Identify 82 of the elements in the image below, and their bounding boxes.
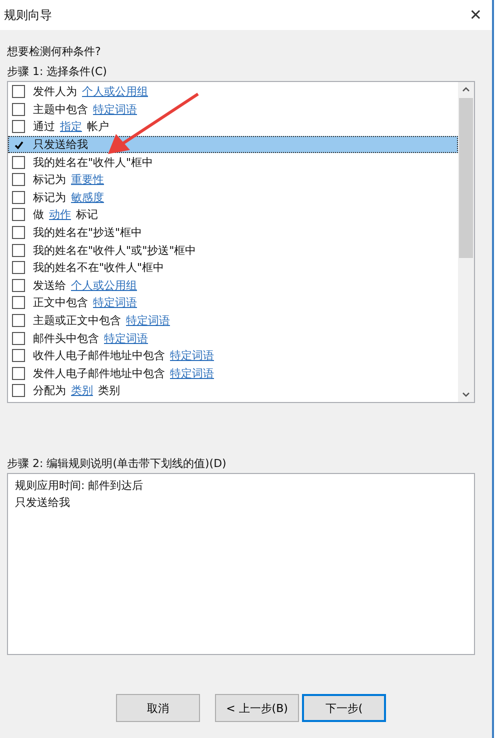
checkbox[interactable]: [12, 244, 25, 257]
checkbox[interactable]: [12, 85, 25, 98]
checkbox[interactable]: [12, 226, 25, 240]
condition-text: 只发送给我: [33, 137, 88, 152]
list-row[interactable]: 邮件头中包含 特定词语: [8, 329, 458, 347]
condition-text: 发送给: [33, 278, 66, 293]
question-label: 想要检测何种条件?: [7, 44, 102, 60]
value-link[interactable]: 敏感度: [71, 190, 104, 205]
value-link[interactable]: 特定词语: [170, 366, 214, 381]
condition-text: 正文中包含: [33, 295, 88, 310]
condition-text: 发件人为: [33, 84, 77, 100]
checkbox[interactable]: [12, 120, 25, 134]
checkbox[interactable]: [12, 332, 25, 345]
description-text: 只发送给我: [15, 495, 71, 511]
list-row[interactable]: 只发送给我: [8, 136, 458, 154]
condition-text: 我的姓名在"抄送"框中: [33, 225, 142, 240]
scrollbar[interactable]: [458, 82, 474, 402]
condition-text: 分配为: [33, 383, 66, 398]
checkbox[interactable]: [12, 156, 25, 169]
condition-text: 我的姓名不在"收件人"框中: [33, 260, 164, 276]
value-link[interactable]: 特定词语: [104, 330, 148, 346]
value-link[interactable]: 重要性: [71, 172, 104, 188]
list-row[interactable]: 发件人为 个人或公用组: [8, 83, 458, 101]
condition-text: 标记: [76, 207, 98, 222]
condition-text: 帐户: [87, 119, 109, 134]
condition-text: 标记为: [33, 190, 66, 205]
condition-text: 主题中包含: [33, 102, 88, 117]
condition-text: 收件人电子邮件地址中包含: [33, 348, 165, 364]
dialog-button[interactable]: 下一步(: [302, 694, 386, 722]
list-row[interactable]: 做 动作 标记: [8, 206, 458, 224]
checkbox[interactable]: [12, 208, 25, 222]
list-row[interactable]: 我的姓名在"抄送"框中: [8, 224, 458, 242]
checkbox[interactable]: [12, 314, 25, 328]
list-row[interactable]: 主题或正文中包含 特定词语: [8, 312, 458, 330]
checkbox[interactable]: [12, 296, 25, 310]
list-row[interactable]: 收件人电子邮件地址中包含 特定词语: [8, 346, 458, 364]
checkbox[interactable]: [12, 349, 25, 362]
list-row[interactable]: 我的姓名在"收件人"或"抄送"框中: [8, 241, 458, 259]
value-link[interactable]: 指定: [60, 119, 82, 134]
list-row[interactable]: 标记为 重要性: [8, 170, 458, 189]
condition-text: 发件人电子邮件地址中包含: [33, 366, 165, 381]
list-row[interactable]: 发送给 个人或公用组: [8, 276, 458, 294]
value-link[interactable]: 个人或公用组: [82, 84, 148, 100]
list-row[interactable]: 通过 指定 帐户: [8, 118, 458, 136]
condition-text: 类别: [98, 383, 120, 398]
checkbox[interactable]: [12, 366, 25, 380]
list-row[interactable]: 我的姓名在"收件人"框中: [8, 153, 458, 171]
checkbox[interactable]: [12, 261, 25, 274]
checkbox[interactable]: [12, 102, 25, 116]
window-title: 规则向导: [4, 6, 52, 24]
condition-text: 我的姓名在"收件人"框中: [33, 154, 154, 170]
step-label: 步骤 2: 编辑规则说明(单击带下划线的值)(D): [7, 456, 228, 472]
value-link[interactable]: 特定词语: [126, 313, 170, 328]
dialog-button[interactable]: < 上一步(B): [215, 694, 299, 722]
list-row[interactable]: 标记为 敏感度: [8, 188, 458, 206]
step-label: 步骤 1: 选择条件(C): [7, 64, 108, 80]
condition-text: 标记为: [33, 172, 66, 188]
checkbox[interactable]: [12, 190, 25, 204]
condition-text: 邮件头中包含: [33, 330, 99, 346]
condition-text: 做: [33, 207, 44, 222]
value-link[interactable]: 特定词语: [93, 295, 137, 310]
list-row[interactable]: 我的姓名不在"收件人"框中: [8, 258, 458, 277]
checkbox[interactable]: [12, 384, 25, 398]
dialog-button[interactable]: 取消: [116, 694, 200, 722]
value-link[interactable]: 动作: [49, 207, 71, 222]
list-row[interactable]: 发件人电子邮件地址中包含 特定词语: [8, 364, 458, 382]
checkbox[interactable]: [12, 278, 25, 292]
description-text: 规则应用时间: 邮件到达后: [15, 478, 144, 494]
checkbox[interactable]: [12, 173, 25, 186]
scroll-down-icon[interactable]: [462, 392, 470, 397]
value-link[interactable]: 特定词语: [170, 348, 214, 364]
value-link[interactable]: 特定词语: [93, 102, 137, 117]
condition-text: 我的姓名在"收件人"或"抄送"框中: [33, 242, 196, 258]
value-link[interactable]: 类别: [71, 383, 93, 398]
close-button[interactable]: ✕: [463, 6, 488, 24]
scroll-up-icon[interactable]: [462, 87, 470, 92]
list-row[interactable]: 分配为 类别 类别: [8, 382, 458, 400]
condition-text: 主题或正文中包含: [33, 313, 121, 328]
condition-text: 通过: [33, 119, 55, 134]
list-row[interactable]: 正文中包含 特定词语: [8, 294, 458, 312]
list-row[interactable]: 主题中包含 特定词语: [8, 100, 458, 118]
value-link[interactable]: 个人或公用组: [71, 278, 137, 293]
